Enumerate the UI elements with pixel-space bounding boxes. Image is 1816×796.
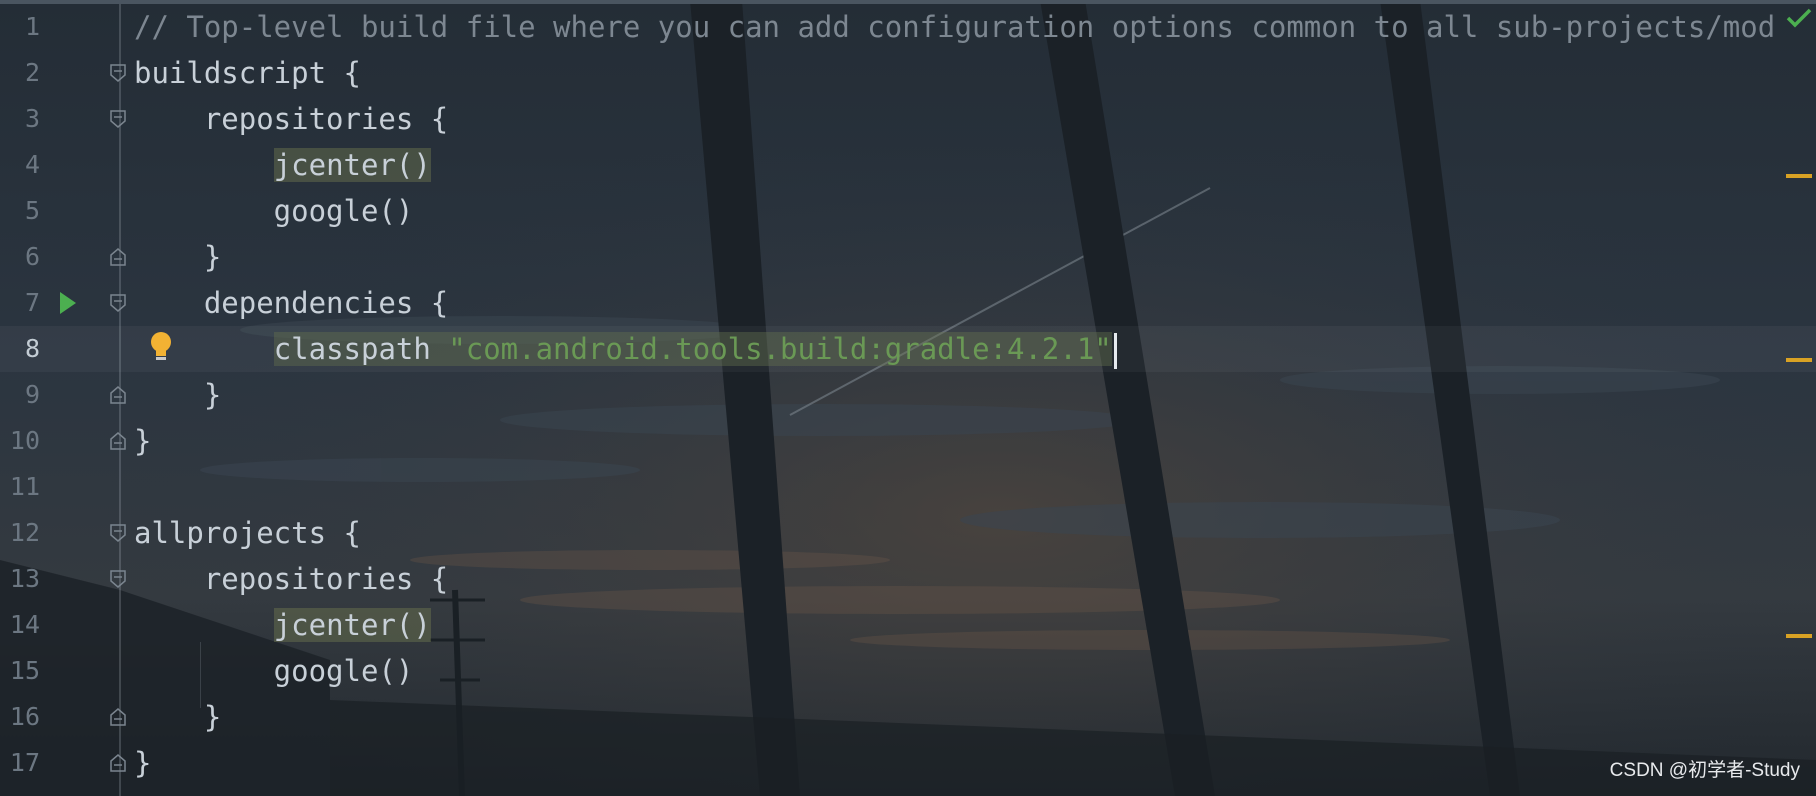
code-line-17[interactable]: 17 } (0, 740, 1816, 786)
line-number[interactable]: 9 (0, 372, 40, 418)
line-number[interactable]: 1 (0, 4, 40, 50)
code-text[interactable]: repositories { (134, 96, 448, 142)
code-comment[interactable]: // Top-level build file where you can ad… (134, 4, 1775, 50)
line-number[interactable]: 11 (0, 464, 40, 510)
line-number[interactable]: 12 (0, 510, 40, 556)
code-line-15[interactable]: 15 google() (0, 648, 1816, 694)
checkmark-icon[interactable] (1786, 8, 1812, 32)
line-number[interactable]: 14 (0, 602, 40, 648)
code-line-14[interactable]: 14 jcenter() (0, 602, 1816, 648)
warning-stripe-marker[interactable] (1786, 174, 1812, 178)
line-number[interactable]: 4 (0, 142, 40, 188)
code-text[interactable]: repositories { (134, 556, 448, 602)
watermark-text: CSDN @初学者-Study (1609, 760, 1800, 781)
editor-top-border (0, 0, 1816, 4)
code-keyword[interactable]: classpath (273, 332, 449, 366)
code-line-2[interactable]: 2 buildscript { (0, 50, 1816, 96)
fold-marker-icon[interactable] (110, 432, 126, 450)
code-editor[interactable]: 1 // Top-level build file where you can … (0, 0, 1816, 796)
text-caret (1113, 333, 1117, 369)
code-line-3[interactable]: 3 repositories { (0, 96, 1816, 142)
code-line-13[interactable]: 13 repositories { (0, 556, 1816, 602)
code-string[interactable]: "com.android.tools.build:gradle:4.2.1" (448, 332, 1112, 366)
code-line-9[interactable]: 9 } (0, 372, 1816, 418)
code-line-16[interactable]: 16 } (0, 694, 1816, 740)
warning-stripe-marker[interactable] (1786, 634, 1812, 638)
line-number[interactable]: 16 (0, 694, 40, 740)
code-line-11[interactable]: 11 (0, 464, 1816, 510)
code-text[interactable]: } (134, 694, 221, 740)
code-line-7[interactable]: 7 dependencies { (0, 280, 1816, 326)
line-number[interactable]: 10 (0, 418, 40, 464)
fold-marker-icon[interactable] (110, 524, 126, 542)
code-text[interactable]: jcenter() (134, 602, 431, 648)
line-number[interactable]: 3 (0, 96, 40, 142)
code-text[interactable]: } (134, 372, 221, 418)
code-text[interactable]: buildscript { (134, 50, 361, 96)
fold-marker-icon[interactable] (110, 248, 126, 266)
code-text[interactable]: } (134, 234, 221, 280)
code-text[interactable]: allprojects { (134, 510, 361, 556)
code-text[interactable]: } (134, 740, 151, 786)
fold-marker-icon[interactable] (110, 754, 126, 772)
fold-marker-icon[interactable] (110, 294, 126, 312)
code-line-8[interactable]: 8 classpath "com.android.tools.build:gra… (0, 326, 1816, 372)
fold-marker-icon[interactable] (110, 64, 126, 82)
fold-marker-icon[interactable] (110, 708, 126, 726)
line-number[interactable]: 8 (0, 326, 40, 372)
line-number[interactable]: 6 (0, 234, 40, 280)
code-line-6[interactable]: 6 } (0, 234, 1816, 280)
line-number[interactable]: 17 (0, 740, 40, 786)
fold-marker-icon[interactable] (110, 386, 126, 404)
code-text[interactable]: jcenter() (134, 142, 431, 188)
code-line-12[interactable]: 12 allprojects { (0, 510, 1816, 556)
code-line-5[interactable]: 5 google() (0, 188, 1816, 234)
code-text[interactable]: classpath "com.android.tools.build:gradl… (134, 326, 1117, 372)
line-number[interactable]: 2 (0, 50, 40, 96)
line-number[interactable]: 5 (0, 188, 40, 234)
warning-stripe-marker[interactable] (1786, 358, 1812, 362)
highlighted-usage[interactable]: jcenter() (273, 608, 431, 642)
code-line-10[interactable]: 10 } (0, 418, 1816, 464)
line-number[interactable]: 13 (0, 556, 40, 602)
line-number[interactable]: 15 (0, 648, 40, 694)
code-text[interactable]: } (134, 418, 151, 464)
code-text[interactable]: google() (134, 648, 414, 694)
code-line-1[interactable]: 1 // Top-level build file where you can … (0, 4, 1816, 50)
fold-marker-icon[interactable] (110, 570, 126, 588)
code-line-4[interactable]: 4 jcenter() (0, 142, 1816, 188)
highlighted-usage[interactable]: jcenter() (273, 148, 431, 182)
run-gutter-icon[interactable] (60, 292, 76, 314)
fold-marker-icon[interactable] (110, 110, 126, 128)
code-text[interactable]: dependencies { (134, 280, 448, 326)
line-number[interactable]: 7 (0, 280, 40, 326)
code-text[interactable]: google() (134, 188, 414, 234)
